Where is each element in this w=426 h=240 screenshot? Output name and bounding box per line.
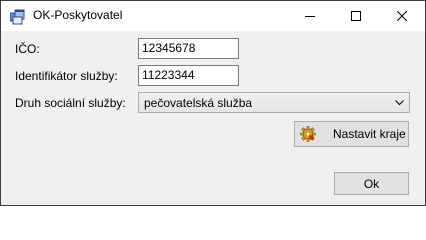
- service-type-dropdown[interactable]: pečovatelská služba: [138, 92, 410, 113]
- app-window-icon: [10, 9, 25, 25]
- minimize-icon: [305, 16, 315, 17]
- close-icon: [397, 11, 407, 21]
- window-title: OK-Poskytovatel: [33, 8, 123, 22]
- gear-icon: [300, 126, 316, 142]
- set-regions-label: Nastavit kraje: [333, 127, 406, 141]
- service-id-label: Identifikátor služby:: [15, 69, 118, 83]
- set-regions-button[interactable]: Nastavit kraje: [294, 121, 409, 147]
- dialog-window: OK-Poskytovatel IČO: 12345678 Identifiká…: [0, 0, 426, 206]
- close-button[interactable]: [379, 1, 425, 31]
- chevron-down-icon: [395, 100, 404, 106]
- maximize-button[interactable]: [333, 1, 379, 31]
- ico-label: IČO:: [15, 42, 40, 56]
- title-bar[interactable]: OK-Poskytovatel: [1, 1, 425, 31]
- service-type-label: Druh sociální služby:: [15, 96, 126, 110]
- ico-input[interactable]: 12345678: [138, 38, 239, 59]
- service-type-selected: pečovatelská služba: [144, 96, 253, 110]
- maximize-icon: [351, 11, 361, 21]
- service-id-input[interactable]: 11223344: [138, 65, 239, 86]
- ok-button[interactable]: Ok: [334, 172, 409, 195]
- ok-label: Ok: [363, 177, 380, 191]
- minimize-button[interactable]: [287, 1, 333, 31]
